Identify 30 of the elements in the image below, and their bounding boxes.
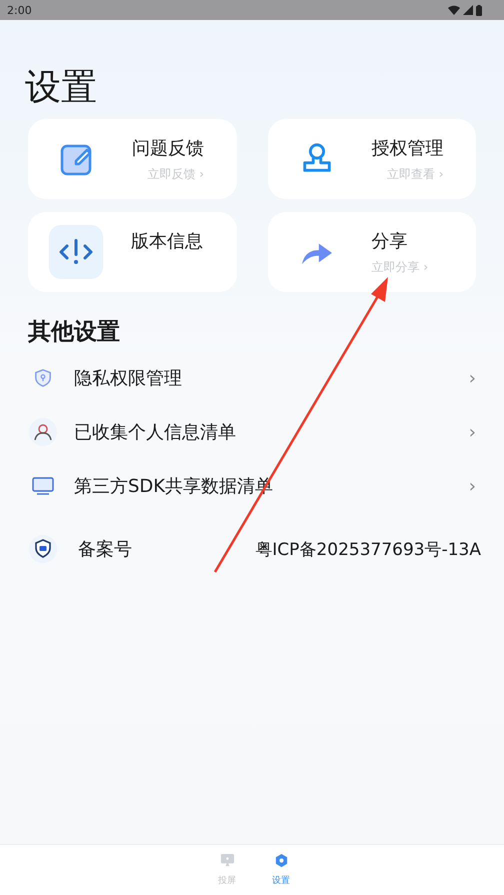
chevron-icon: › <box>468 476 476 497</box>
code-alert-icon <box>49 225 103 280</box>
monitor-icon <box>220 853 234 868</box>
battery-icon <box>476 4 482 16</box>
chevron-icon: › <box>468 422 476 443</box>
settings-card[interactable]: 问题反馈 立即反馈 › <box>28 119 236 200</box>
wifi-icon <box>448 5 460 15</box>
item-value: 粤ICP备2025377693号-13A <box>255 538 481 561</box>
card-title: 版本信息 <box>131 230 203 254</box>
item-label: 隐私权限管理 <box>74 367 183 390</box>
shield-icon <box>29 535 57 564</box>
status-time: 2:00 <box>7 4 32 16</box>
card-title: 分享 <box>372 230 408 254</box>
card-title: 问题反馈 <box>132 137 204 160</box>
item-label: 已收集个人信息清单 <box>74 421 237 444</box>
list-item[interactable]: 已收集个人信息清单 › <box>28 405 476 460</box>
list-item[interactable]: 隐私权限管理 › <box>28 351 476 406</box>
card-title: 授权管理 <box>372 137 444 160</box>
settings-card[interactable]: 版本信息 <box>28 212 236 292</box>
shield-icon <box>34 369 52 388</box>
chevron-icon: › <box>468 368 476 389</box>
section-title: 其他设置 <box>28 318 121 348</box>
settings-card[interactable]: 分享 立即分享 › <box>268 212 476 292</box>
page-title: 设置 <box>25 66 98 110</box>
sdk-monitor-icon <box>32 476 54 496</box>
item-label: 备案号 <box>78 538 133 562</box>
settings-card[interactable]: 授权管理 立即查看 › <box>268 119 476 200</box>
person-icon <box>29 418 57 446</box>
signal-icon <box>463 5 473 15</box>
settings-icon <box>274 853 288 868</box>
